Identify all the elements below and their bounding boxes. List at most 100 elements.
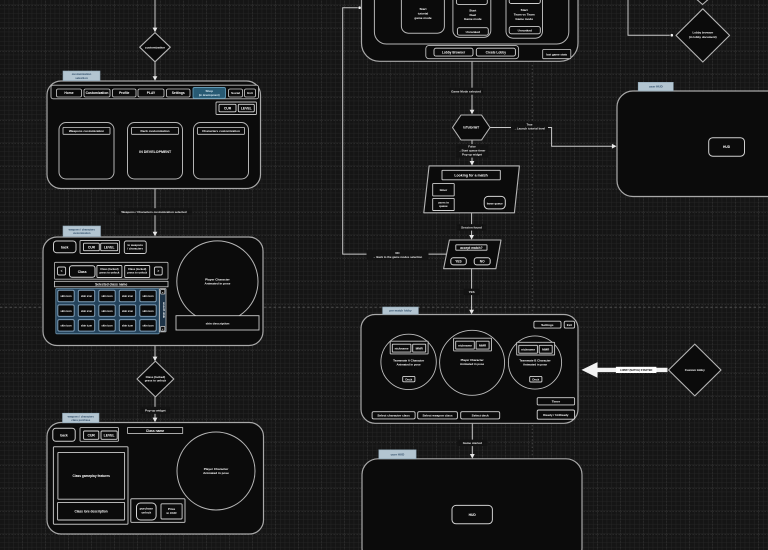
svg-text:user HUD: user HUD	[649, 85, 664, 89]
svg-text:Game Mode selected: Game Mode selected	[451, 89, 481, 93]
svg-text:Class name: Class name	[146, 429, 164, 433]
svg-text:skin icon: skin icon	[60, 309, 72, 313]
svg-text:back: back	[60, 434, 68, 438]
svg-text:Profile: Profile	[119, 91, 129, 95]
svg-text:press to unlock: press to unlock	[127, 271, 147, 275]
svg-text:MMR: MMR	[416, 346, 424, 350]
svg-text:weapons / characters: weapons / characters	[68, 414, 95, 418]
svg-text:MMR: MMR	[542, 348, 550, 352]
svg-text:Animated in pose: Animated in pose	[203, 471, 229, 475]
svg-text:Settings: Settings	[172, 91, 185, 95]
svg-text:Customization: Customization	[86, 91, 109, 95]
svg-text:Deck: Deck	[405, 377, 412, 381]
svg-text:Unranked: Unranked	[518, 29, 532, 33]
svg-text:Selected class name: Selected class name	[95, 282, 127, 286]
svg-text:Home: Home	[64, 91, 73, 95]
svg-text:Class gameplay features: Class gameplay features	[73, 474, 111, 478]
svg-text:Animated in pose: Animated in pose	[460, 362, 484, 366]
svg-text:Timer: Timer	[552, 400, 561, 404]
svg-text:Exit: Exit	[247, 91, 253, 95]
svg-text:Custom lobby: Custom lobby	[685, 368, 705, 372]
svg-text:nickname: nickname	[395, 346, 409, 350]
svg-text:skin icon: skin icon	[122, 309, 134, 313]
svg-text:Game mode: Game mode	[464, 17, 482, 21]
svg-text:Game started: Game started	[463, 441, 482, 445]
svg-text:skin icon: skin icon	[122, 324, 134, 328]
svg-text:IN DEVELOPMENT: IN DEVELOPMENT	[139, 150, 172, 154]
svg-text:skin icon: skin icon	[122, 294, 134, 298]
svg-text:Settings: Settings	[541, 323, 553, 327]
svg-text:accept match?: accept match?	[460, 246, 482, 250]
svg-text:queue: queue	[439, 204, 448, 208]
svg-text:Game mode: Game mode	[515, 17, 533, 21]
svg-text:Class: Class	[78, 270, 87, 274]
svg-text:skin icon: skin icon	[60, 294, 72, 298]
svg-text:PLAY: PLAY	[147, 91, 156, 95]
svg-text:CUR: CUR	[88, 434, 96, 438]
svg-text:customization: customization	[73, 231, 91, 235]
svg-text:▼: ▼	[162, 328, 164, 331]
svg-text:Lobby Browser: Lobby Browser	[442, 50, 466, 54]
svg-text:Select weapon class: Select weapon class	[422, 414, 452, 418]
svg-text:YES: YES	[455, 260, 461, 264]
svg-text:Class lore description: Class lore description	[74, 510, 107, 514]
svg-text:Shop: Shop	[205, 89, 213, 93]
svg-text:(in lobby document): (in lobby document)	[689, 35, 717, 39]
svg-text:Characters customization: Characters customization	[202, 129, 240, 133]
svg-text:last game stats: last game stats	[546, 52, 567, 56]
svg-text:skin icon: skin icon	[101, 294, 113, 298]
svg-text:Looking for a match: Looking for a match	[454, 174, 487, 178]
svg-text:Weapons / Characters customiza: Weapons / Characters customization selec…	[121, 210, 186, 214]
svg-text:/ characters: / characters	[127, 247, 143, 251]
svg-text:skin icon: skin icon	[101, 324, 113, 328]
svg-text:selection: selection	[75, 76, 88, 80]
svg-text:nickname: nickname	[458, 343, 472, 347]
svg-text:skin icon: skin icon	[81, 294, 93, 298]
svg-text:Session found: Session found	[461, 226, 482, 230]
svg-text:LEVEL: LEVEL	[241, 106, 252, 110]
svg-text:Class (locked): Class (locked)	[128, 267, 146, 271]
svg-text:LEVEL: LEVEL	[104, 434, 115, 438]
svg-text:back: back	[61, 245, 69, 249]
svg-text:Create Lobby: Create Lobby	[486, 50, 507, 54]
svg-text:(in development): (in development)	[199, 93, 220, 97]
svg-text:nickname: nickname	[521, 348, 535, 352]
svg-text:Class (locked): Class (locked)	[100, 267, 118, 271]
svg-text:skin icon: skin icon	[81, 324, 93, 328]
svg-text:Select character class: Select character class	[377, 414, 410, 418]
svg-text:Social: Social	[231, 91, 240, 95]
svg-text:NO: NO	[480, 260, 485, 264]
svg-text:in CUR: in CUR	[167, 511, 178, 515]
svg-text:→Launch tutorial level: →Launch tutorial level	[514, 126, 545, 130]
svg-text:class purchase: class purchase	[71, 418, 90, 422]
svg-text:<: <	[61, 269, 63, 273]
svg-text:unlock: unlock	[141, 511, 151, 515]
svg-text:skin icon: skin icon	[60, 324, 72, 328]
svg-text:user HUD: user HUD	[391, 452, 406, 456]
svg-text:skin icon: skin icon	[142, 294, 154, 298]
svg-text:press to unlock: press to unlock	[145, 379, 167, 383]
svg-text:Unranked: Unranked	[466, 30, 480, 34]
svg-text:YES: YES	[469, 290, 475, 294]
svg-text:skin description: skin description	[206, 321, 230, 325]
svg-text:Deck: Deck	[532, 377, 539, 381]
svg-text:Animated in pose: Animated in pose	[205, 282, 231, 286]
svg-text:CUR: CUR	[224, 106, 232, 110]
svg-text:tutorial: tutorial	[418, 12, 429, 16]
svg-text:weapons / characters: weapons / characters	[69, 228, 96, 232]
svg-text:pre match lobby: pre match lobby	[389, 309, 412, 313]
svg-text:game mode: game mode	[414, 16, 431, 20]
svg-text:HUD: HUD	[723, 145, 731, 149]
svg-text:leave queue: leave queue	[487, 201, 503, 205]
svg-text:Weapons customization: Weapons customization	[69, 129, 104, 133]
svg-text:HUD: HUD	[469, 513, 477, 517]
svg-text:skin icon: skin icon	[101, 309, 113, 313]
svg-text:▲: ▲	[162, 291, 164, 294]
svg-text:Select deck: Select deck	[472, 414, 489, 418]
svg-text:Ready / UnReady: Ready / UnReady	[543, 413, 569, 417]
svg-text:press to unlock: press to unlock	[99, 271, 119, 275]
svg-text:MMR: MMR	[479, 343, 487, 347]
svg-text:skin icon: skin icon	[142, 309, 154, 313]
svg-text:CUR: CUR	[88, 245, 96, 249]
svg-text:LEVEL: LEVEL	[104, 245, 115, 249]
